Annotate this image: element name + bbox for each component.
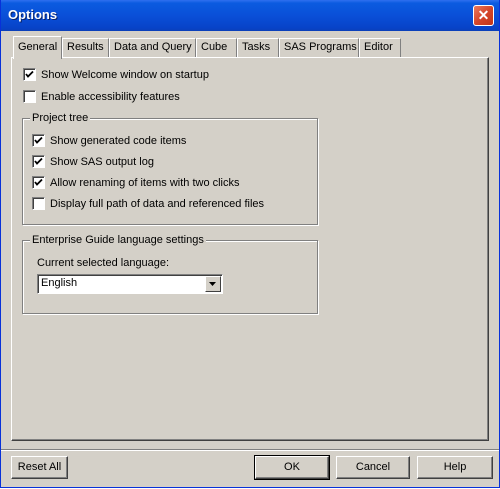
close-button[interactable]: ✕ bbox=[473, 5, 494, 26]
checkbox-label: Enable accessibility features bbox=[41, 91, 180, 103]
checkbox-box[interactable] bbox=[32, 197, 45, 210]
chevron-down-icon bbox=[209, 282, 216, 286]
checkbox-label: Show SAS output log bbox=[50, 156, 154, 168]
tab-results[interactable]: Results bbox=[62, 38, 109, 57]
tab-label: Data and Query bbox=[114, 41, 192, 53]
ok-button[interactable]: OK bbox=[254, 455, 330, 480]
checkbox-label: Show Welcome window on startup bbox=[41, 69, 209, 81]
checkbox-box[interactable] bbox=[32, 155, 45, 168]
cancel-button[interactable]: Cancel bbox=[336, 456, 410, 479]
checkmark-icon bbox=[34, 157, 43, 165]
tab-label: Results bbox=[67, 41, 104, 53]
tab-cube[interactable]: Cube bbox=[196, 38, 237, 57]
tab-label: Cube bbox=[201, 41, 228, 53]
close-icon: ✕ bbox=[477, 7, 490, 23]
language-label: Current selected language: bbox=[37, 257, 170, 269]
tab-label: Tasks bbox=[242, 41, 271, 53]
checkmark-icon bbox=[34, 136, 43, 144]
tab-editor[interactable]: Editor bbox=[359, 38, 401, 57]
group-legend: Project tree bbox=[30, 112, 91, 124]
reset-all-button[interactable]: Reset All bbox=[11, 456, 68, 479]
tab-label: SAS Programs bbox=[284, 41, 357, 53]
help-button[interactable]: Help bbox=[417, 456, 493, 479]
dropdown-button[interactable] bbox=[205, 276, 221, 292]
checkbox-label: Show generated code items bbox=[50, 135, 187, 147]
checkbox-box[interactable] bbox=[32, 176, 45, 189]
window-title: Options bbox=[8, 7, 58, 22]
checkbox-box[interactable] bbox=[23, 90, 36, 103]
select-value: English bbox=[41, 277, 78, 289]
title-bar[interactable]: Options ✕ bbox=[1, 0, 499, 31]
tab-sas-programs[interactable]: SAS Programs bbox=[279, 38, 359, 57]
group-legend: Enterprise Guide language settings bbox=[30, 234, 206, 246]
options-dialog: Options ✕ General Results Data and Query… bbox=[0, 0, 500, 488]
checkbox-label: Display full path of data and referenced… bbox=[50, 198, 265, 210]
tab-label: General bbox=[18, 41, 58, 53]
separator bbox=[1, 449, 499, 451]
checkbox-box[interactable] bbox=[32, 134, 45, 147]
checkbox-box[interactable] bbox=[23, 68, 36, 81]
checkmark-icon bbox=[34, 178, 43, 186]
checkbox-label: Allow renaming of items with two clicks bbox=[50, 177, 240, 189]
tab-label: Editor bbox=[364, 41, 393, 53]
tab-tasks[interactable]: Tasks bbox=[237, 38, 279, 57]
tab-data-and-query[interactable]: Data and Query bbox=[109, 38, 196, 57]
language-select[interactable]: English bbox=[37, 274, 223, 294]
tab-general[interactable]: General bbox=[13, 36, 62, 59]
checkmark-icon bbox=[25, 70, 34, 78]
